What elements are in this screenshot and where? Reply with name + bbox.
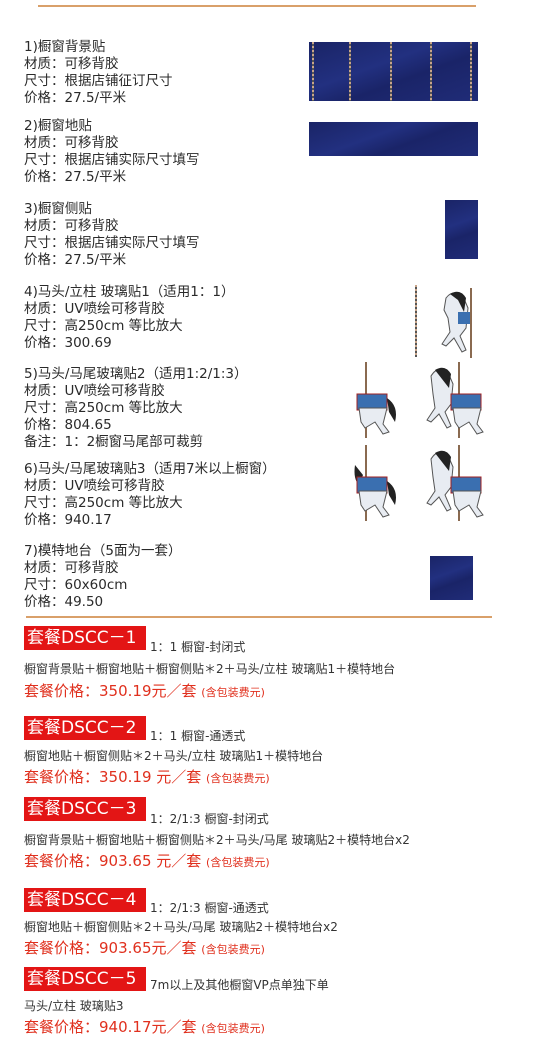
product-price: 价格：300.69 xyxy=(24,335,112,351)
package-price: 套餐价格：903.65元／套 (含包装费元) xyxy=(24,939,265,957)
product-title: 1)橱窗背景贴 xyxy=(24,39,106,55)
package-price: 套餐价格：903.65 元／套 (含包装费元) xyxy=(24,852,270,870)
horse-image xyxy=(441,288,472,358)
product-material: 材质：可移背胶 xyxy=(24,218,119,234)
product-remark: 备注：1：2橱窗马尾部可裁剪 xyxy=(24,434,204,450)
product-size: 尺寸：高250cm 等比放大 xyxy=(24,318,183,334)
package-badge: 套餐DSCC－5 xyxy=(24,967,146,991)
product-material: 材质：UV喷绘可移背胶 xyxy=(24,301,165,317)
product-1: 1)橱窗背景贴 材质：可移背胶 尺寸：根据店铺征订尺寸 价格：27.5/平米 xyxy=(24,39,173,107)
section-divider xyxy=(26,616,492,618)
product-size: 尺寸：高250cm 等比放大 xyxy=(24,495,183,511)
floor-sticker-image xyxy=(309,122,478,156)
product-material: 材质：UV喷绘可移背胶 xyxy=(24,478,165,494)
side-sticker-image xyxy=(445,200,478,259)
product-2: 2)橱窗地贴 材质：可移背胶 尺寸：根据店铺实际尺寸填写 价格：27.5/平米 xyxy=(24,118,200,186)
platform-image xyxy=(430,556,473,600)
package-badge: 套餐DSCC－2 xyxy=(24,716,146,740)
product-title: 5)马头/马尾玻璃贴2（适用1:2/1:3） xyxy=(24,366,248,382)
product-size: 尺寸：高250cm 等比放大 xyxy=(24,400,183,416)
package-parts: 马头/立柱 玻璃贴3 xyxy=(24,999,124,1013)
product-title: 7)模特地台（5面为一套） xyxy=(24,543,182,559)
top-divider xyxy=(38,5,476,7)
product-material: 材质：可移背胶 xyxy=(24,560,119,576)
price-sheet: 1)橱窗背景贴 材质：可移背胶 尺寸：根据店铺征订尺寸 价格：27.5/平米 2… xyxy=(0,0,533,1045)
product-title: 6)马头/马尾玻璃贴3（适用7米以上橱窗） xyxy=(24,461,276,477)
product-4: 4)马头/立柱 玻璃贴1（适用1：1） 材质：UV喷绘可移背胶 尺寸：高250c… xyxy=(24,284,234,352)
product-5: 5)马头/马尾玻璃贴2（适用1:2/1:3） 材质：UV喷绘可移背胶 尺寸：高2… xyxy=(24,366,248,451)
package-badge: 套餐DSCC－3 xyxy=(24,797,146,821)
product-size: 尺寸：根据店铺实际尺寸填写 xyxy=(24,152,200,168)
horse-head-tail-image xyxy=(426,445,484,521)
product-material: 材质：UV喷绘可移背胶 xyxy=(24,383,165,399)
package-parts: 橱窗地贴＋橱窗侧贴＊2＋马头/立柱 玻璃贴1＋模特地台 xyxy=(24,749,324,763)
package-desc: 1：1 橱窗-封闭式 xyxy=(150,640,246,654)
horse-tail-image xyxy=(354,445,396,521)
package-price: 套餐价格：350.19 元／套 (含包装费元) xyxy=(24,768,270,786)
package-price: 套餐价格：350.19元／套 (含包装费元) xyxy=(24,682,265,700)
product-6: 6)马头/马尾玻璃贴3（适用7米以上橱窗） 材质：UV喷绘可移背胶 尺寸：高25… xyxy=(24,461,276,529)
pole-image xyxy=(415,285,417,357)
product-size: 尺寸：根据店铺征订尺寸 xyxy=(24,73,173,89)
product-title: 4)马头/立柱 玻璃贴1（适用1：1） xyxy=(24,284,235,300)
product-7: 7)模特地台（5面为一套） 材质：可移背胶 尺寸：60x60cm 价格：49.5… xyxy=(24,543,181,611)
product-material: 材质：可移背胶 xyxy=(24,135,119,151)
product-price: 价格：27.5/平米 xyxy=(24,252,127,268)
package-badge: 套餐DSCC－1 xyxy=(24,626,146,650)
product-price: 价格：27.5/平米 xyxy=(24,90,127,106)
product-3: 3)橱窗侧贴 材质：可移背胶 尺寸：根据店铺实际尺寸填写 价格：27.5/平米 xyxy=(24,201,200,269)
product-price: 价格：49.50 xyxy=(24,594,104,610)
package-parts: 橱窗地贴＋橱窗侧贴＊2＋马头/马尾 玻璃贴2＋模特地台x2 xyxy=(24,920,338,934)
package-desc: 1：2/1:3 橱窗-通透式 xyxy=(150,901,269,915)
package-desc: 7m以上及其他橱窗VP点单独下单 xyxy=(150,978,329,992)
product-title: 3)橱窗侧贴 xyxy=(24,201,92,217)
product-price: 价格：27.5/平米 xyxy=(24,169,127,185)
product-material: 材质：可移背胶 xyxy=(24,56,119,72)
product-title: 2)橱窗地贴 xyxy=(24,118,92,134)
product-price: 价格：804.65 xyxy=(24,417,112,433)
package-parts: 橱窗背景贴＋橱窗地贴＋橱窗侧贴＊2＋马头/马尾 玻璃贴2＋模特地台x2 xyxy=(24,833,410,847)
product-size: 尺寸：根据店铺实际尺寸填写 xyxy=(24,235,200,251)
horse-head-tail-image xyxy=(426,362,484,438)
horse-tail-image xyxy=(356,362,396,438)
package-desc: 1：2/1:3 橱窗-封闭式 xyxy=(150,812,269,826)
product-size: 尺寸：60x60cm xyxy=(24,577,128,593)
package-price: 套餐价格：940.17元／套 (含包装费元) xyxy=(24,1018,265,1036)
background-sticker-image xyxy=(309,42,478,101)
package-parts: 橱窗背景贴＋橱窗地贴＋橱窗侧贴＊2＋马头/立柱 玻璃贴1＋模特地台 xyxy=(24,662,396,676)
package-desc: 1：1 橱窗-通透式 xyxy=(150,729,246,743)
package-badge: 套餐DSCC－4 xyxy=(24,888,146,912)
product-price: 价格：940.17 xyxy=(24,512,112,528)
